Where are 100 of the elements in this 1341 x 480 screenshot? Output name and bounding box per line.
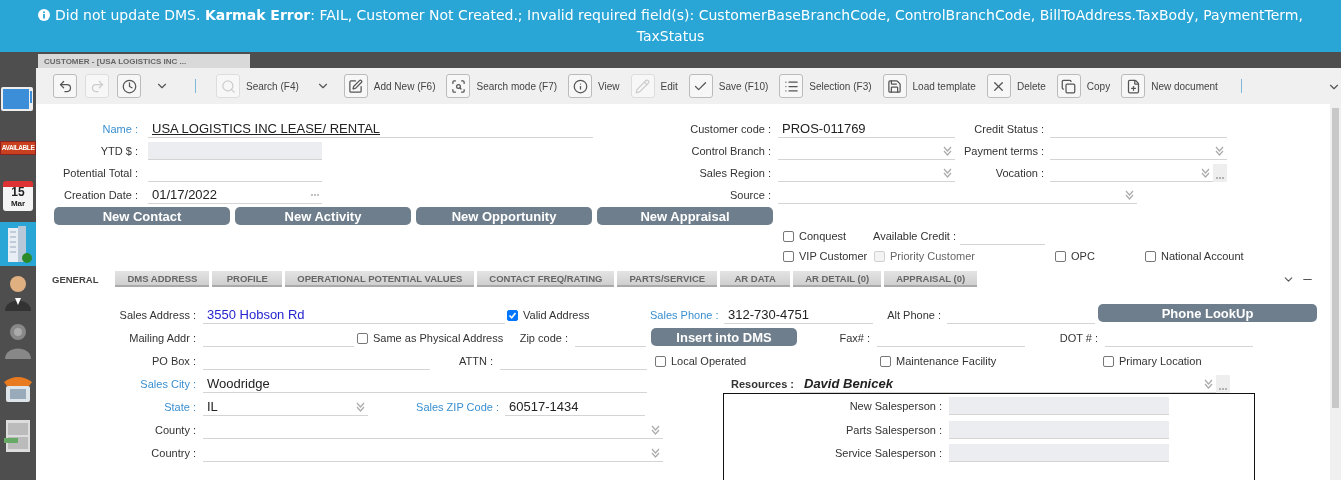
new-document-icon[interactable] <box>1121 74 1146 98</box>
sidebar-item[interactable]: 15 Mar <box>0 174 36 218</box>
edit-icon[interactable] <box>343 74 368 98</box>
phone-lookup-button[interactable]: Phone LookUp <box>1098 304 1317 322</box>
input-field[interactable]: 60517-1434 <box>505 398 645 416</box>
toolbar-button[interactable]: Delete <box>986 74 1046 98</box>
field-label: Creation Date : <box>63 189 139 203</box>
field-label: Name : <box>101 123 139 137</box>
scrollbar[interactable] <box>1330 104 1341 480</box>
tab[interactable]: AR DATA <box>720 271 791 287</box>
checkbox[interactable] <box>357 332 368 344</box>
field-label: New Salesperson : <box>848 400 943 414</box>
field-label: Sales Phone : <box>650 309 720 323</box>
field-label: Resources : <box>730 378 795 392</box>
tab[interactable]: GENERAL <box>52 271 113 287</box>
toolbar-button[interactable]: View <box>568 74 620 98</box>
toolbar-button[interactable]: Search mode (F7) <box>446 74 558 98</box>
document-tab[interactable]: CUSTOMER - [USA LOGISTICS INC ... <box>38 54 250 68</box>
readonly-field[interactable] <box>949 420 1169 439</box>
toolbar-button[interactable]: Selection (F3) <box>779 74 872 98</box>
copy-icon[interactable] <box>1056 74 1081 98</box>
person-icon <box>3 273 33 311</box>
dropdown-icon[interactable] <box>943 167 952 178</box>
checkbox[interactable] <box>783 230 794 242</box>
input-field[interactable]: 312-730-4751 <box>724 306 873 324</box>
checkbox[interactable] <box>1145 250 1156 262</box>
field-label: Parts Salesperson : <box>845 423 943 438</box>
field-label: Fax# : <box>838 332 871 346</box>
checkbox-label: Conquest <box>799 230 847 242</box>
checkbox-label: Valid Address <box>523 309 590 321</box>
insert-into-dms-button[interactable]: Insert into DMS <box>651 328 797 346</box>
toolbar-button[interactable]: Add New (F6) <box>343 74 436 98</box>
dropdown-icon[interactable] <box>650 447 660 458</box>
ellipsis-icon[interactable] <box>311 193 319 196</box>
field-label: Country : <box>150 447 197 461</box>
input-field[interactable]: PROS-011769 <box>778 120 955 138</box>
sidebar-item[interactable] <box>0 222 36 266</box>
action-button[interactable]: New Opportunity <box>416 207 592 225</box>
action-button[interactable]: New Activity <box>235 207 411 225</box>
dropdown-icon[interactable] <box>1125 189 1134 200</box>
toolbar-button[interactable]: Load template <box>882 74 976 98</box>
tab[interactable]: APPRAISAL (0) <box>884 271 978 287</box>
undo-icon[interactable] <box>53 74 77 98</box>
checkbox-label: Local Operated <box>671 355 747 367</box>
tab[interactable]: CONTACT FREQ/RATING <box>477 271 615 287</box>
checkbox-label: Same as Physical Address <box>373 332 504 344</box>
input-field[interactable]: Woodridge <box>203 375 647 393</box>
field-label: Sales City : <box>139 378 197 392</box>
tab[interactable]: PARTS/SERVICE <box>617 271 718 287</box>
dropdown-icon[interactable] <box>1204 378 1213 389</box>
input-field[interactable]: 3550 Hobson Rd <box>203 306 505 324</box>
toolbar-button[interactable]: Copy <box>1056 74 1111 98</box>
tab[interactable]: AR DETAIL (0) <box>793 271 882 287</box>
readonly-field[interactable] <box>949 444 1169 462</box>
field-label: State : <box>163 401 197 415</box>
checkbox[interactable] <box>655 355 666 367</box>
action-button[interactable]: New Contact <box>54 207 230 225</box>
field-label: Customer code : <box>689 123 772 137</box>
info-icon <box>38 9 51 21</box>
checkbox[interactable] <box>507 309 518 321</box>
readonly-field[interactable] <box>949 397 1169 415</box>
dropdown-field[interactable]: David Benicek <box>800 375 1216 393</box>
readonly-field[interactable] <box>148 142 322 160</box>
action-button[interactable]: New Appraisal <box>597 207 773 225</box>
checkbox[interactable] <box>1103 355 1114 367</box>
tab[interactable]: DMS ADDRESS <box>115 271 210 287</box>
input-field[interactable]: USA LOGISTICS INC LEASE/ RENTAL <box>148 120 593 138</box>
input-field[interactable]: 01/17/2022 <box>148 186 322 204</box>
dropdown-icon[interactable] <box>1215 145 1224 156</box>
dropdown-icon[interactable] <box>1201 167 1210 178</box>
field-label: Available Credit : <box>873 230 957 244</box>
checkbox-label: Maintenance Facility <box>896 355 997 367</box>
search-mode-icon[interactable] <box>446 74 471 98</box>
toolbar-button[interactable]: New document <box>1121 74 1218 98</box>
field-label: Control Branch : <box>690 145 772 159</box>
field-label: Sales Address : <box>118 309 197 323</box>
field-label: PO Box : <box>150 355 197 369</box>
checkbox[interactable] <box>880 355 891 367</box>
check-icon[interactable] <box>688 74 713 98</box>
save-icon[interactable] <box>882 74 907 98</box>
calendar-icon: 15 Mar <box>3 181 33 211</box>
field-label: ATTN : <box>458 355 494 369</box>
info-icon[interactable] <box>568 74 593 98</box>
field-label: Source : <box>729 189 772 203</box>
more-button[interactable] <box>1216 375 1230 393</box>
dropdown-icon[interactable] <box>943 145 952 156</box>
checkbox[interactable] <box>1055 250 1066 262</box>
input-field[interactable]: IL <box>203 398 352 416</box>
clock-icon[interactable] <box>117 74 141 98</box>
dropdown-icon[interactable] <box>355 401 365 412</box>
tab[interactable]: OPERATIONAL POTENTIAL VALUES <box>285 271 475 287</box>
toolbar-button[interactable]: Save (F10) <box>688 74 769 98</box>
more-button[interactable] <box>1213 164 1227 182</box>
tab[interactable]: PROFILE <box>212 271 283 287</box>
checkbox[interactable] <box>783 250 794 262</box>
checkbox-label: Primary Location <box>1119 355 1202 367</box>
dropdown-icon[interactable] <box>650 424 660 435</box>
close-icon[interactable] <box>986 74 1011 98</box>
list-icon[interactable] <box>779 74 804 98</box>
field-label: Credit Status : <box>973 123 1045 137</box>
